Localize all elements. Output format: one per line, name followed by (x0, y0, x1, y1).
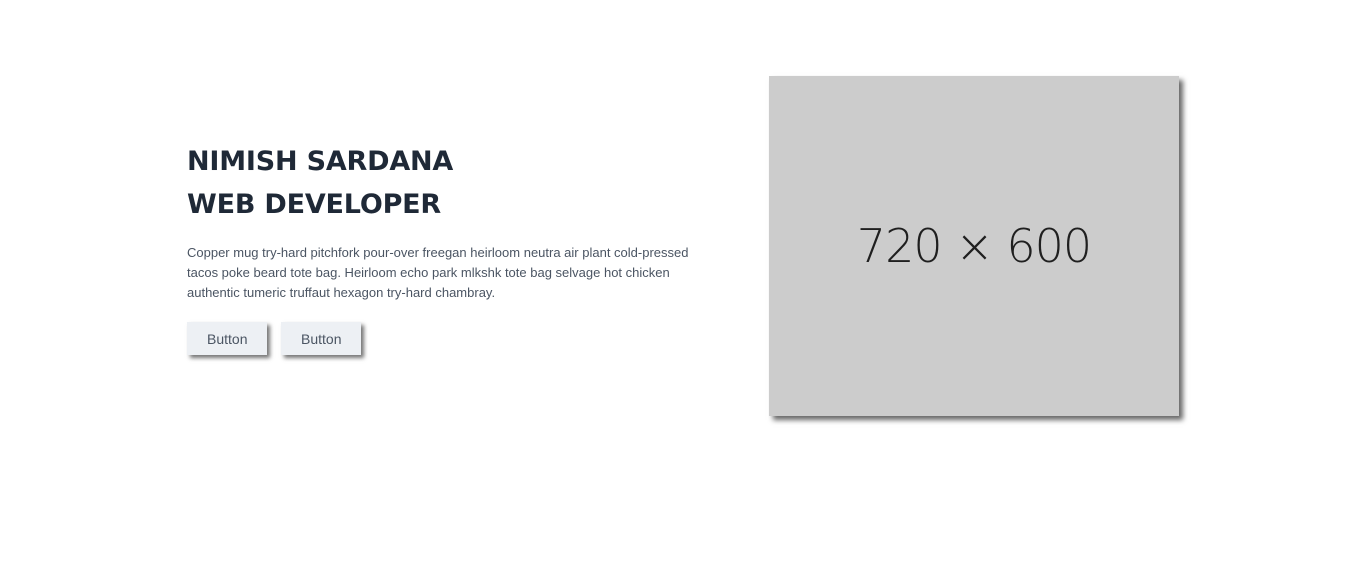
primary-button[interactable]: Button (187, 322, 267, 355)
hero-image-placeholder: 720 × 600 (769, 76, 1179, 416)
hero-title-name: NIMISH SARDANA (187, 146, 454, 177)
hero-title: NIMISH SARDANA WEB DEVELOPER (187, 140, 707, 226)
hero-title-role: WEB DEVELOPER (187, 189, 442, 220)
hero-text-block: NIMISH SARDANA WEB DEVELOPER Copper mug … (187, 140, 707, 355)
secondary-button[interactable]: Button (281, 322, 361, 355)
hero-button-row: Button Button (187, 322, 361, 355)
hero-section: NIMISH SARDANA WEB DEVELOPER Copper mug … (0, 0, 1366, 576)
placeholder-dimensions-label: 720 × 600 (856, 219, 1092, 273)
hero-description: Copper mug try-hard pitchfork pour-over … (187, 245, 689, 300)
